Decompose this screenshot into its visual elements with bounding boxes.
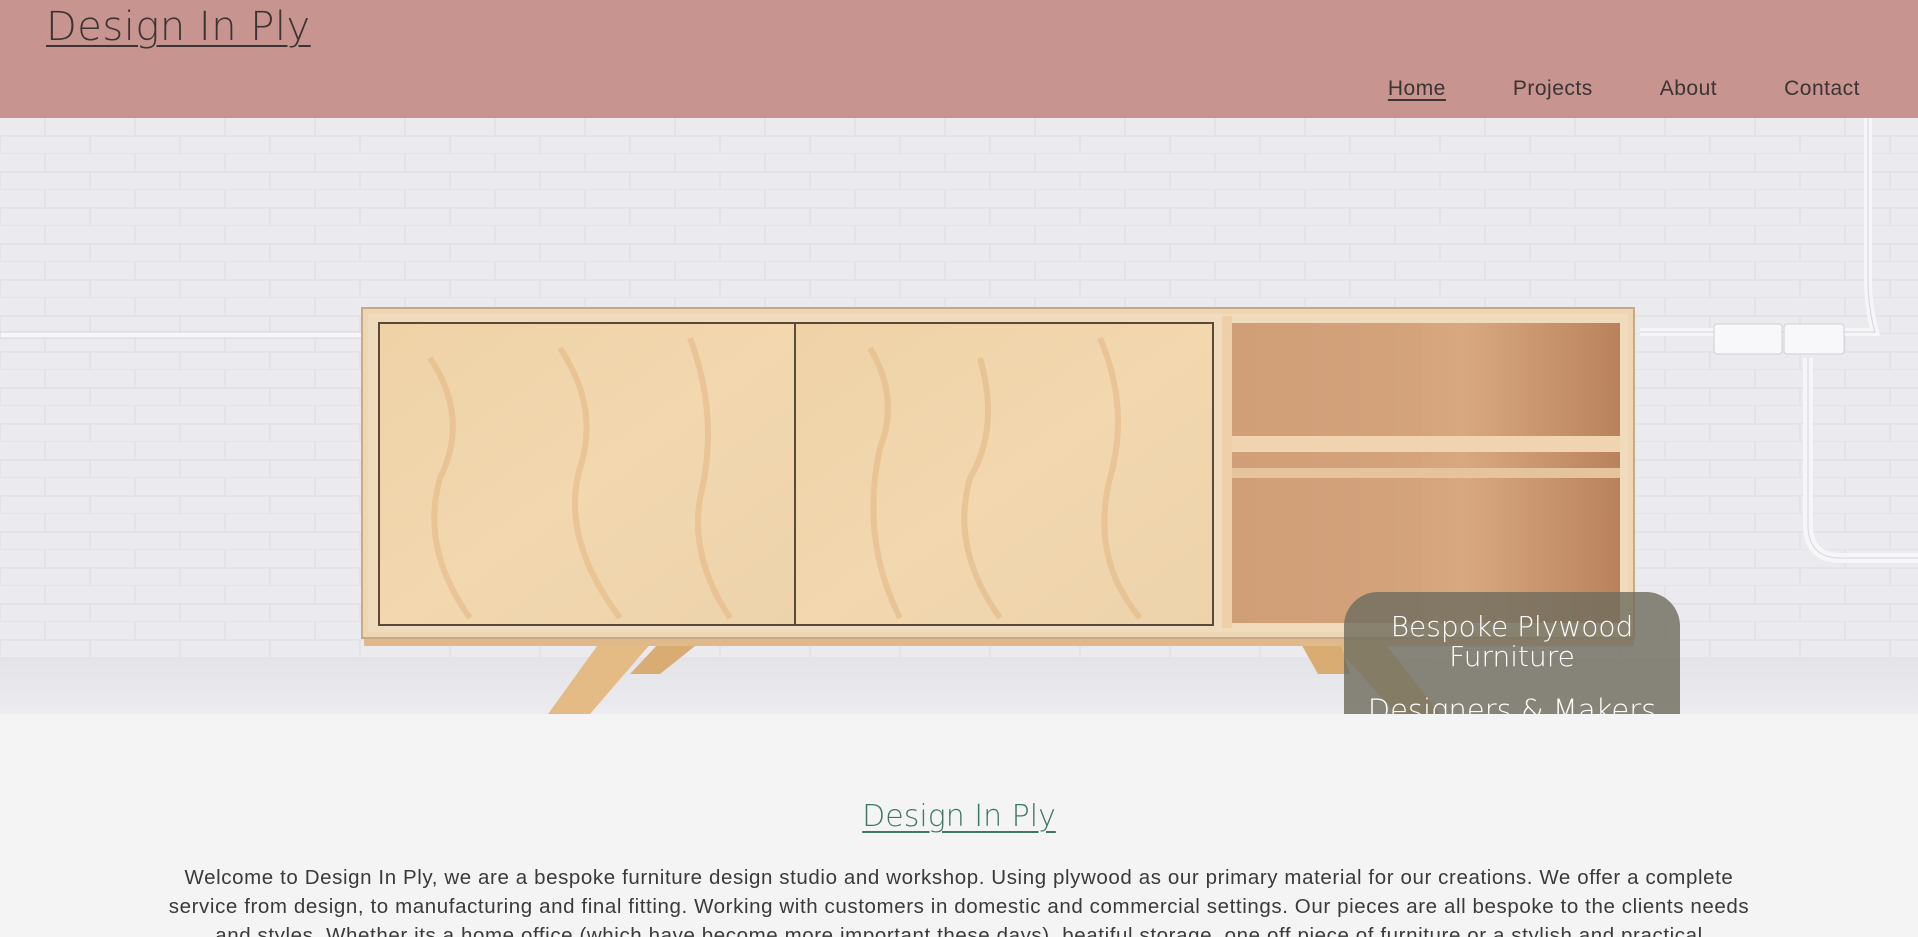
- section-title-link[interactable]: Design In Ply: [0, 799, 1918, 834]
- hero-banner: Bespoke Plywood Furniture Designers & Ma…: [0, 118, 1918, 714]
- hero-tagline: Bespoke Plywood Furniture: [1390, 610, 1634, 673]
- site-logo-link[interactable]: Design In Ply: [46, 4, 311, 50]
- nav-about[interactable]: About: [1660, 77, 1717, 101]
- hero-tagline-badge: Bespoke Plywood Furniture Designers & Ma…: [1344, 592, 1680, 714]
- nav-home[interactable]: Home: [1388, 77, 1446, 101]
- intro-paragraph: Welcome to Design In Ply, we are a bespo…: [168, 866, 1750, 937]
- nav-contact[interactable]: Contact: [1784, 77, 1860, 101]
- hero-subtagline: Designers & Makers: [1367, 693, 1657, 714]
- main-content: Design In Ply Welcome to Design In Ply, …: [0, 714, 1918, 937]
- site-header: Design In Ply Home Projects About Contac…: [0, 0, 1918, 118]
- main-nav: Home Projects About Contact: [1321, 77, 1860, 101]
- nav-projects[interactable]: Projects: [1513, 77, 1593, 101]
